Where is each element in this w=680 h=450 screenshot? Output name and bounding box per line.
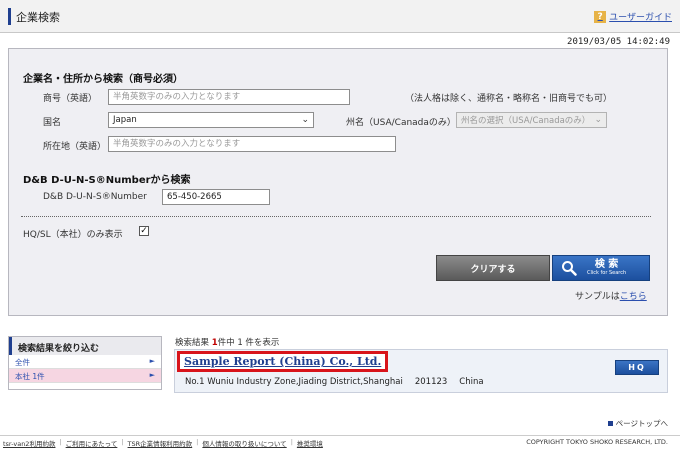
footer-link-van2-terms[interactable]: tsr-van2利用約款 bbox=[3, 438, 55, 448]
page-top-label[interactable]: ページトップへ bbox=[616, 418, 668, 429]
chevron-down-icon: ⌄ bbox=[594, 115, 602, 125]
chevron-right-icon: ► bbox=[149, 371, 155, 379]
sample-link[interactable]: こちら bbox=[620, 292, 647, 302]
state-select[interactable]: 州名の選択（USA/Canadaのみ） ⌄ bbox=[456, 112, 607, 128]
timestamp: 2019/03/05 14:02:49 bbox=[567, 37, 670, 47]
company-name-link[interactable]: Sample Report (China) Co., Ltd. bbox=[177, 351, 389, 372]
country-label: 国名 bbox=[43, 118, 62, 128]
refine-item-label: 全件 bbox=[15, 358, 30, 367]
search-panel: 企業名・住所から検索（商号必須） 商号（英語） （法人格は除く、通称名・略称名・… bbox=[8, 48, 668, 316]
chevron-down-icon: ⌄ bbox=[301, 115, 309, 125]
refine-item-label: 本社 1件 bbox=[15, 372, 45, 381]
section-divider bbox=[21, 216, 651, 217]
search-button[interactable]: 検 索 Click for Search bbox=[552, 255, 650, 281]
search-icon bbox=[562, 261, 577, 276]
duns-label: D&B D-U-N-S®Number bbox=[43, 192, 147, 202]
title-bar: 企業検索 ? ユーザーガイド bbox=[0, 0, 680, 33]
section-title-company-search: 企業名・住所から検索（商号必須） bbox=[23, 74, 183, 85]
refine-title: 検索結果を絞り込む bbox=[9, 337, 161, 355]
results-summary: 検索結果 1件中 1 件を表示 bbox=[175, 336, 279, 348]
user-guide-label[interactable]: ユーザーガイド bbox=[609, 10, 672, 23]
footer-link-environment[interactable]: 推奨環境 bbox=[297, 438, 323, 448]
company-name-label: 商号（英語） bbox=[43, 94, 98, 104]
search-button-label: 検 索 bbox=[594, 259, 619, 270]
company-name-note: （法人格は除く、通称名・略称名・旧商号でも可） bbox=[405, 94, 613, 104]
square-bullet-icon bbox=[607, 421, 613, 426]
state-select-placeholder: 州名の選択（USA/Canadaのみ） bbox=[461, 116, 591, 126]
section-title-duns-search: D&B D-U-N-S®Numberから検索 bbox=[23, 175, 191, 186]
chevron-right-icon: ► bbox=[149, 357, 155, 365]
page-title: 企業検索 bbox=[16, 11, 60, 24]
footer-link-usage[interactable]: ご利用にあたって bbox=[66, 438, 118, 448]
country-select[interactable]: Japan ⌄ bbox=[108, 112, 314, 128]
hq-only-label: HQ/SL（本社）のみ表示 bbox=[23, 230, 123, 240]
refine-item-hq[interactable]: 本社 1件 ► bbox=[9, 369, 161, 383]
user-guide-link[interactable]: ? ユーザーガイド bbox=[594, 10, 672, 23]
help-question-icon: ? bbox=[594, 10, 607, 23]
hq-only-checkbox[interactable]: ✓ bbox=[139, 226, 149, 236]
search-button-sublabel: Click for Search bbox=[587, 270, 627, 276]
result-postal-code: 201123 bbox=[414, 377, 448, 387]
footer-link-tsr-terms[interactable]: TSR企業情報利用約款 bbox=[128, 438, 193, 448]
result-item: Sample Report (China) Co., Ltd. HQ No.1 … bbox=[174, 349, 668, 393]
refine-item-all[interactable]: 全件 ► bbox=[9, 355, 161, 369]
results-summary-suffix: 件中 1 件を表示 bbox=[217, 338, 280, 348]
result-country: China bbox=[459, 377, 484, 387]
company-name-input[interactable] bbox=[108, 89, 350, 105]
results-summary-prefix: 検索結果 bbox=[175, 338, 212, 348]
address-label: 所在地（英語） bbox=[43, 142, 107, 152]
page-top-link[interactable]: ページトップへ bbox=[607, 418, 668, 429]
footer-links: tsr-van2利用約款 | ご利用にあたって | TSR企業情報利用約款 | 個人情… bbox=[3, 438, 323, 448]
result-street: No.1 Wuniu Industry Zone,Jiading Distric… bbox=[185, 377, 403, 387]
refine-panel: 検索結果を絞り込む 全件 ► 本社 1件 ► bbox=[8, 336, 162, 390]
state-label: 州名（USA/Canadaのみ） bbox=[346, 118, 456, 128]
duns-input[interactable] bbox=[162, 189, 270, 205]
footer-link-privacy[interactable]: 個人情報の取り扱いについて bbox=[202, 438, 286, 448]
footer-divider bbox=[0, 435, 680, 436]
clear-button[interactable]: クリアする bbox=[436, 255, 550, 281]
address-input[interactable] bbox=[108, 136, 396, 152]
title-accent-bar bbox=[8, 8, 11, 25]
country-select-value: Japan bbox=[113, 115, 137, 125]
result-address: No.1 Wuniu Industry Zone,Jiading Distric… bbox=[185, 377, 484, 387]
hq-badge-button[interactable]: HQ bbox=[615, 360, 659, 375]
sample-text: サンプルはこちら bbox=[575, 289, 647, 302]
sample-prefix: サンプルは bbox=[575, 292, 620, 302]
copyright: COPYRIGHT TOKYO SHOKO RESEARCH, LTD. bbox=[526, 438, 668, 446]
